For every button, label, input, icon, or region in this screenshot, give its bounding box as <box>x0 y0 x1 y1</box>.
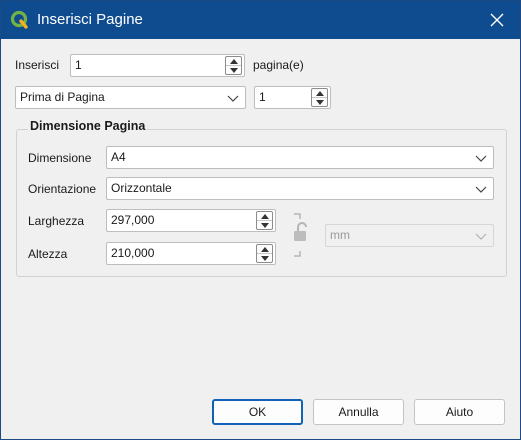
height-spinbox[interactable]: 210,000 <box>106 242 276 265</box>
size-select[interactable]: A4 <box>106 146 494 169</box>
chevron-down-icon <box>227 95 239 102</box>
insert-pages-dialog: Inserisci Pagine Inserisci 1 pagina(e) P… <box>0 0 521 440</box>
size-label: Dimensione <box>28 151 92 165</box>
close-icon <box>490 13 504 27</box>
height-stepper[interactable] <box>256 244 273 263</box>
units-select[interactable]: mm <box>325 224 494 247</box>
arrow-down-icon <box>229 68 238 73</box>
increment-button[interactable] <box>257 212 272 221</box>
arrow-up-icon <box>229 58 238 64</box>
decrement-button[interactable] <box>257 221 272 230</box>
qgis-logo-icon <box>10 10 28 29</box>
page-size-group-title: Dimensione Pagina <box>28 119 148 133</box>
chevron-down-icon <box>475 186 487 193</box>
orientation-selected-value: Orizzontale <box>111 181 172 195</box>
cancel-button[interactable]: Annulla <box>313 399 404 425</box>
page-number-value: 1 <box>259 90 266 104</box>
dialog-title: Inserisci Pagine <box>37 11 143 28</box>
position-selected-value: Prima di Pagina <box>20 90 105 104</box>
increment-button[interactable] <box>312 89 327 98</box>
page-number-spinbox[interactable]: 1 <box>254 86 331 109</box>
height-label: Altezza <box>28 247 68 261</box>
increment-button[interactable] <box>226 57 241 66</box>
width-label: Larghezza <box>28 214 85 228</box>
unlocked-padlock-icon[interactable] <box>290 211 314 259</box>
height-value: 210,000 <box>111 246 155 260</box>
units-selected-value: mm <box>330 228 350 242</box>
arrow-up-icon <box>260 246 269 252</box>
increment-button[interactable] <box>257 245 272 254</box>
insert-count-stepper[interactable] <box>225 56 242 75</box>
page-number-stepper[interactable] <box>311 88 328 107</box>
arrow-down-icon <box>260 223 269 228</box>
title-bar: Inserisci Pagine <box>1 1 520 39</box>
width-spinbox[interactable]: 297,000 <box>106 209 276 232</box>
pages-suffix-label: pagina(e) <box>253 58 304 72</box>
ok-button[interactable]: OK <box>212 399 303 425</box>
chevron-down-icon <box>475 155 487 162</box>
orientation-label: Orientazione <box>28 182 97 196</box>
size-selected-value: A4 <box>111 150 126 164</box>
insert-count-spinbox[interactable]: 1 <box>70 54 245 77</box>
orientation-select[interactable]: Orizzontale <box>106 177 494 200</box>
decrement-button[interactable] <box>312 98 327 107</box>
close-button[interactable] <box>474 1 520 39</box>
position-select[interactable]: Prima di Pagina <box>15 86 246 109</box>
arrow-down-icon <box>260 256 269 261</box>
width-stepper[interactable] <box>256 211 273 230</box>
help-button[interactable]: Aiuto <box>414 399 505 425</box>
width-value: 297,000 <box>111 213 155 227</box>
arrow-up-icon <box>315 90 324 96</box>
arrow-down-icon <box>315 100 324 105</box>
decrement-button[interactable] <box>226 66 241 75</box>
chevron-down-icon <box>475 233 487 240</box>
arrow-up-icon <box>260 213 269 219</box>
insert-count-value: 1 <box>75 58 82 72</box>
decrement-button[interactable] <box>257 254 272 263</box>
insert-label: Inserisci <box>15 58 60 72</box>
